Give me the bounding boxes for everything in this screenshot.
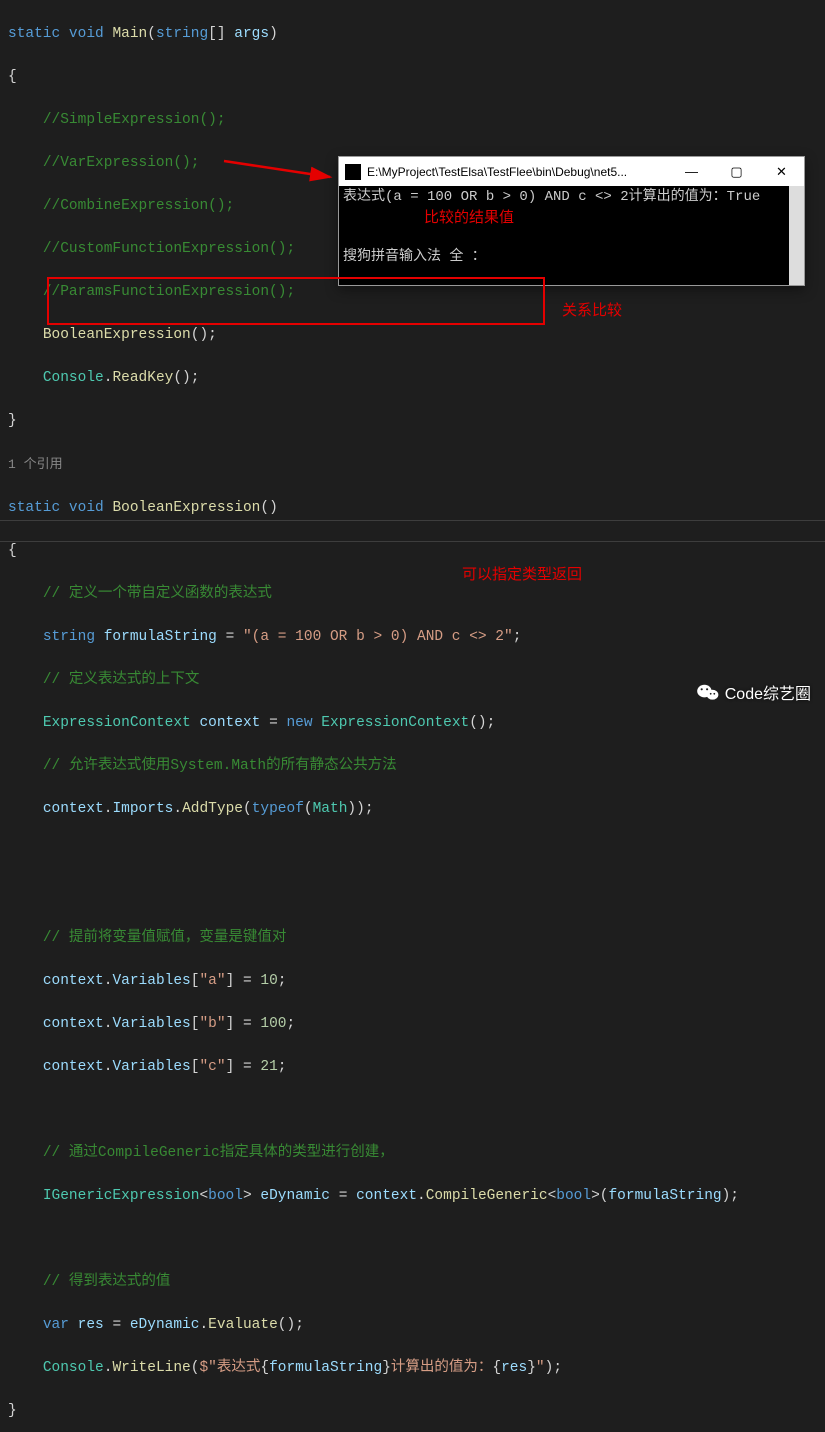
console-icon <box>345 164 361 180</box>
annotation-return: 可以指定类型返回 <box>462 563 582 584</box>
close-button[interactable]: ✕ <box>759 157 804 186</box>
watermark-text: Code综艺圈 <box>725 680 811 704</box>
wechat-icon <box>697 683 719 701</box>
breakpoint-line-hint <box>0 541 825 542</box>
breakpoint-line-hint <box>0 520 825 521</box>
ime-status: 搜狗拼音输入法 全 ： <box>343 248 800 266</box>
console-line: 表达式(a = 100 OR b > 0) AND c <> 2计算出的值为：T… <box>343 188 800 206</box>
console-title: E:\MyProject\TestElsa\TestFlee\bin\Debug… <box>367 165 669 179</box>
annotation-result: 比较的结果值 <box>424 206 514 227</box>
console-window[interactable]: E:\MyProject\TestElsa\TestFlee\bin\Debug… <box>338 156 805 286</box>
codelens-references[interactable]: 1 个引用 <box>8 457 63 472</box>
console-output: 表达式(a = 100 OR b > 0) AND c <> 2计算出的值为：T… <box>339 186 804 285</box>
maximize-button[interactable]: ▢ <box>714 157 759 186</box>
annotation-box-formula <box>47 277 545 325</box>
scrollbar-vertical[interactable] <box>789 186 804 285</box>
watermark: Code综艺圈 <box>697 680 811 704</box>
annotation-relation: 关系比较 <box>562 299 622 320</box>
minimize-button[interactable]: — <box>669 157 714 186</box>
console-titlebar[interactable]: E:\MyProject\TestElsa\TestFlee\bin\Debug… <box>339 157 804 186</box>
